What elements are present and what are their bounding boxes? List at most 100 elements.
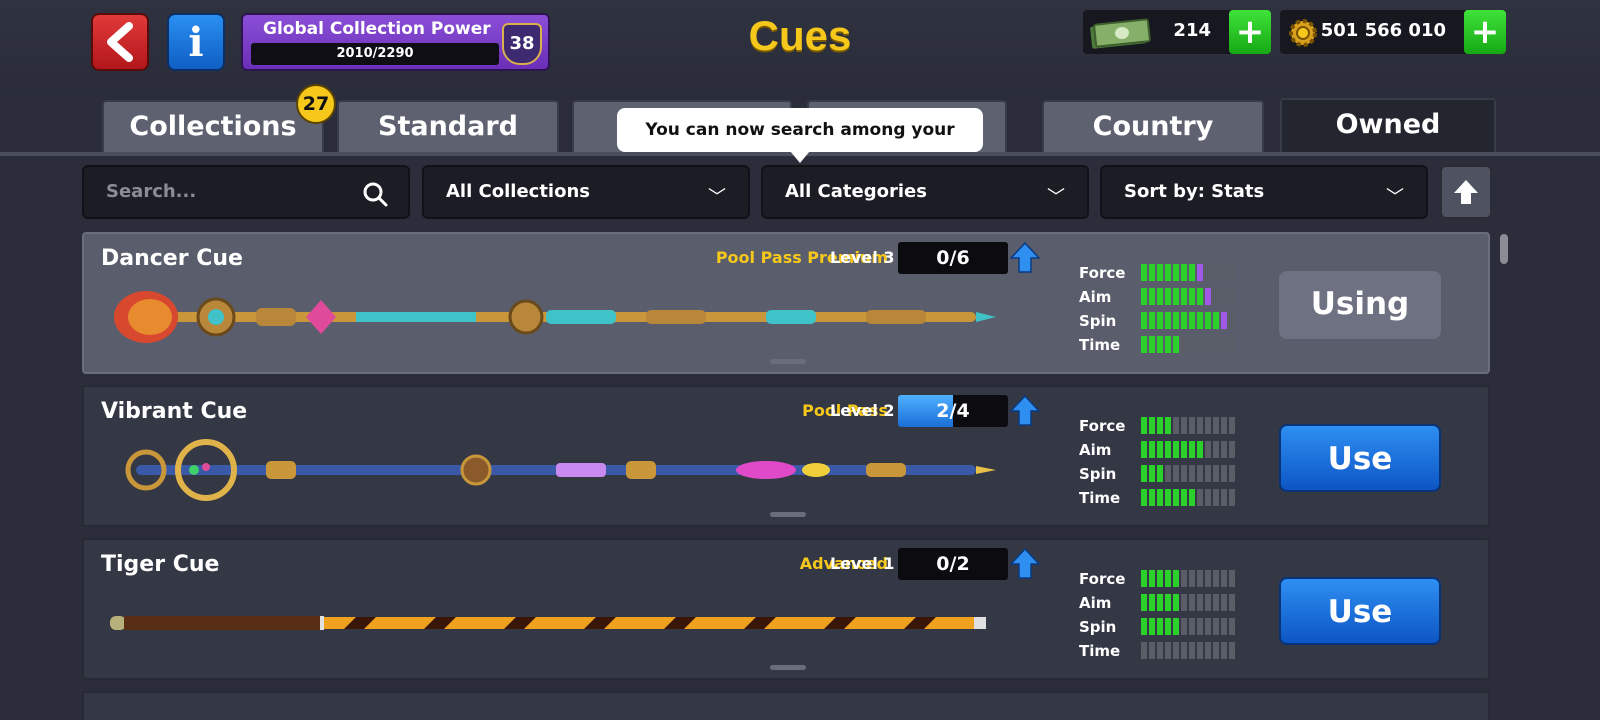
stat-segment <box>1221 465 1227 482</box>
stat-segment <box>1205 642 1211 659</box>
stat-segment <box>1157 465 1163 482</box>
stat-segment <box>1205 489 1211 506</box>
stat-segment <box>1149 489 1155 506</box>
stat-segment <box>1189 441 1195 458</box>
upgrade-arrow-icon[interactable] <box>1010 242 1040 274</box>
upgrade-arrow-icon[interactable] <box>1010 395 1040 427</box>
stat-segment <box>1205 441 1211 458</box>
stat-segment <box>1173 465 1179 482</box>
list-scrollbar[interactable] <box>1500 234 1508 264</box>
using-button[interactable]: Using <box>1279 271 1441 339</box>
cue-card[interactable]: Tiger Cue Advanced Level 1 0/2 Force Aim… <box>82 538 1490 680</box>
stat-segment <box>1157 336 1163 353</box>
cue-card[interactable]: Dancer Cue Pool Pass Premium Level 3 0/6… <box>82 232 1490 374</box>
collection-level-shield: 38 <box>502 23 542 65</box>
stat-segment <box>1149 594 1155 611</box>
categories-dropdown-value: All Categories <box>785 181 927 202</box>
stat-segment <box>1173 489 1179 506</box>
stat-segment <box>1173 570 1179 587</box>
stat-segment <box>1189 618 1195 635</box>
stat-segment <box>1141 417 1147 434</box>
stat-segment <box>1149 417 1155 434</box>
stat-segment <box>1157 312 1163 329</box>
cue-level: Level 3 <box>830 248 895 267</box>
cue-card-partial[interactable] <box>82 691 1490 720</box>
collections-badge: 27 <box>296 84 336 124</box>
sort-dropdown[interactable]: Sort by: Stats ﹀ <box>1100 165 1428 219</box>
stat-segment <box>1181 489 1187 506</box>
global-collection-power[interactable]: Global Collection Power 2010/2290 38 <box>241 13 550 71</box>
stat-segment <box>1205 264 1211 281</box>
stat-segment <box>1229 312 1235 329</box>
use-button[interactable]: Use <box>1279 424 1441 492</box>
stat-label-spin: Spin <box>1079 465 1117 483</box>
sort-order-button[interactable] <box>1440 165 1492 219</box>
stat-segment <box>1141 489 1147 506</box>
back-arrow-icon <box>107 22 133 62</box>
aim-bar <box>1141 288 1235 305</box>
collections-dropdown[interactable]: All Collections ﹀ <box>422 165 750 219</box>
force-bar <box>1141 570 1235 587</box>
stat-segment <box>1149 570 1155 587</box>
tab-collections[interactable]: Collections <box>102 100 324 152</box>
stat-segment <box>1213 489 1219 506</box>
stat-segment <box>1197 336 1203 353</box>
coins-value: 501 566 010 <box>1320 20 1446 41</box>
stat-segment <box>1221 417 1227 434</box>
stat-segment <box>1205 312 1211 329</box>
add-coins-button[interactable]: + <box>1464 10 1506 54</box>
coin-gear-icon <box>1289 19 1317 47</box>
stat-segment <box>1141 441 1147 458</box>
categories-dropdown[interactable]: All Categories ﹀ <box>761 165 1089 219</box>
search-icon <box>363 182 388 207</box>
stat-label-aim: Aim <box>1079 441 1112 459</box>
tab-owned[interactable]: Owned <box>1280 98 1496 154</box>
stat-segment <box>1221 288 1227 305</box>
stat-segment <box>1181 465 1187 482</box>
info-button[interactable]: i <box>167 13 225 71</box>
stat-segment <box>1181 570 1187 587</box>
stat-segment <box>1149 336 1155 353</box>
stat-segment <box>1157 570 1163 587</box>
aim-bar <box>1141 441 1235 458</box>
card-expand-handle[interactable] <box>770 512 806 517</box>
stat-segment <box>1189 264 1195 281</box>
tab-standard[interactable]: Standard <box>337 100 559 152</box>
stat-segment <box>1141 288 1147 305</box>
stat-segment <box>1205 570 1211 587</box>
tab-country[interactable]: Country <box>1042 100 1264 152</box>
cue-level-progress: 0/2 <box>898 548 1008 580</box>
stat-segment <box>1141 570 1147 587</box>
search-input[interactable]: Search... <box>82 165 410 219</box>
stat-segment <box>1157 642 1163 659</box>
stat-segment <box>1213 417 1219 434</box>
search-placeholder: Search... <box>106 181 197 202</box>
stat-segment <box>1229 288 1235 305</box>
stat-segment <box>1205 594 1211 611</box>
back-button[interactable] <box>91 13 149 71</box>
stat-segment <box>1141 465 1147 482</box>
arrow-up-icon <box>1454 180 1478 204</box>
stat-label-force: Force <box>1079 570 1126 588</box>
stat-segment <box>1165 642 1171 659</box>
stat-segment <box>1149 642 1155 659</box>
stat-segment <box>1229 618 1235 635</box>
add-cash-button[interactable]: + <box>1229 10 1271 54</box>
stat-segment <box>1229 642 1235 659</box>
filter-row: Search... All Collections ﹀ All Categori… <box>0 165 1600 221</box>
card-expand-handle[interactable] <box>770 359 806 364</box>
cue-card[interactable]: Vibrant Cue Pool Pass Level 2 2/4 Force … <box>82 385 1490 527</box>
upgrade-arrow-icon[interactable] <box>1010 548 1040 580</box>
stat-segment <box>1149 441 1155 458</box>
cue-image <box>114 291 996 343</box>
use-button[interactable]: Use <box>1279 577 1441 645</box>
stat-segment <box>1157 489 1163 506</box>
chevron-down-icon: ﹀ <box>1386 187 1404 208</box>
stat-segment <box>1205 288 1211 305</box>
stat-segment <box>1197 288 1203 305</box>
stat-segment <box>1197 594 1203 611</box>
cash-counter: 214 + <box>1083 10 1271 54</box>
stat-segment <box>1181 642 1187 659</box>
stat-segment <box>1197 441 1203 458</box>
card-expand-handle[interactable] <box>770 665 806 670</box>
